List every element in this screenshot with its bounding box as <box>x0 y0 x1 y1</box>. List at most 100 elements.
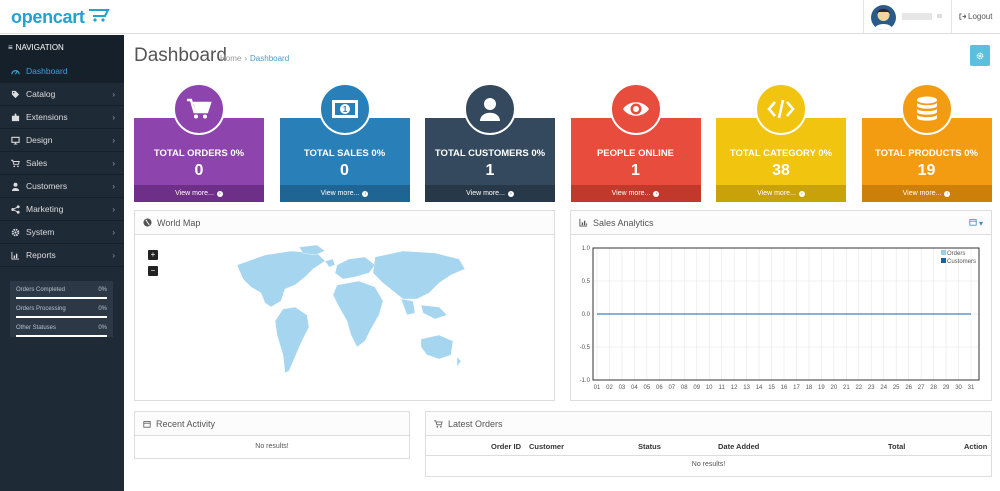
sidebar-item-dashboard[interactable]: Dashboard <box>0 60 124 83</box>
avatar[interactable] <box>871 5 896 30</box>
recent-activity-header: Recent Activity <box>135 412 409 436</box>
money-icon: 1 <box>318 83 371 135</box>
chevron-right-icon: › <box>112 182 115 191</box>
x-tick-label: 06 <box>656 385 663 391</box>
chevron-right-icon: › <box>112 113 115 122</box>
column-total[interactable]: Total <box>888 442 905 451</box>
user-icon <box>464 83 516 135</box>
y-tick-label: 0.5 <box>582 279 591 285</box>
column-date-added[interactable]: Date Added <box>718 442 759 451</box>
x-tick-label: 30 <box>955 385 962 391</box>
y-tick-label: -1.0 <box>580 378 591 384</box>
breadcrumb: Home › Dashboard <box>220 54 289 63</box>
bar-chart-icon <box>579 218 588 227</box>
nav-header[interactable]: ≡ NAVIGATION <box>0 35 124 60</box>
x-tick-label: 12 <box>731 385 738 391</box>
x-tick-label: 29 <box>943 385 950 391</box>
y-tick-label: 1.0 <box>582 246 591 252</box>
chevron-right-icon: › <box>112 251 115 260</box>
y-tick-label: 0.0 <box>582 312 591 318</box>
x-tick-label: 11 <box>719 385 726 391</box>
progress-label: Orders Completed <box>16 287 66 293</box>
x-tick-label: 21 <box>843 385 850 391</box>
sales-analytics-panel: Sales Analytics ▾ 1.0 0.5 0.0 -0.5 -1.0 01 02 0… <box>570 210 992 401</box>
sidebar-item-label: Dashboard <box>26 66 68 76</box>
x-tick-label: 20 <box>831 385 838 391</box>
breadcrumb-home[interactable]: Home <box>220 54 241 63</box>
view-more-link[interactable]: View more... › <box>570 185 701 202</box>
arrow-circle-right-icon: › <box>798 190 805 197</box>
sidebar: ≡ NAVIGATION Dashboard Catalog › Extensions… <box>0 35 124 491</box>
x-tick-label: 02 <box>606 385 613 391</box>
world-map-header: World Map <box>135 211 554 235</box>
column-action[interactable]: Action <box>964 442 987 451</box>
progress-bar <box>16 335 107 337</box>
latest-orders-empty: No results! <box>691 461 726 468</box>
logout-link[interactable]: Logout <box>959 12 992 21</box>
sidebar-item-label: Marketing <box>26 204 64 214</box>
progress-bar <box>16 297 107 299</box>
stat-value: 1 <box>485 162 495 179</box>
map-zoom-in-button[interactable]: + <box>148 250 158 260</box>
sidebar-item-label: Customers <box>26 181 68 191</box>
username-placeholder[interactable] <box>902 13 932 20</box>
calendar-range-dropdown[interactable]: ▾ <box>969 218 983 228</box>
x-tick-label: 13 <box>743 385 750 391</box>
world-map-panel: World Map + − <box>134 210 555 401</box>
view-more-link[interactable]: View more... › <box>716 185 846 202</box>
map-zoom-out-button[interactable]: − <box>148 266 158 276</box>
sidebar-item-catalog[interactable]: Catalog › <box>0 83 124 106</box>
stat-tile: TOTAL SALES 0% 0 1 View more... › <box>279 83 410 202</box>
orders-table-header: Order ID Customer Status Date Added Tota… <box>426 436 991 456</box>
sidebar-item-sales[interactable]: Sales › <box>0 152 124 175</box>
progress-percent: 0% <box>98 306 107 312</box>
view-more-link[interactable]: View more... › <box>861 185 992 202</box>
stat-value: 0 <box>194 162 204 179</box>
sidebar-item-system[interactable]: System › <box>0 221 124 244</box>
menu-bars-icon: ≡ <box>8 43 13 52</box>
x-tick-label: 01 <box>594 385 601 391</box>
eye-icon <box>609 83 662 135</box>
legend-swatch <box>941 258 946 263</box>
x-tick-label: 16 <box>781 385 788 391</box>
chevron-right-icon: › <box>112 159 115 168</box>
sidebar-item-marketing[interactable]: Marketing › <box>0 198 124 221</box>
view-more-link[interactable]: View more... › <box>279 185 410 202</box>
column-status[interactable]: Status <box>638 442 661 451</box>
sidebar-item-design[interactable]: Design › <box>0 129 124 152</box>
sidebar-item-label: Reports <box>26 250 56 260</box>
sidebar-item-reports[interactable]: Reports › <box>0 244 124 267</box>
opencart-logo[interactable]: opencart <box>11 6 110 28</box>
sidebar-item-label: System <box>26 227 55 237</box>
world-map[interactable] <box>225 243 475 393</box>
arrow-circle-right-icon: › <box>507 190 514 197</box>
column-customer[interactable]: Customer <box>529 442 564 451</box>
view-more-link[interactable]: View more... › <box>134 185 264 202</box>
order-status-progress: Orders Completed 0% Orders Processing 0% Oth… <box>10 281 113 337</box>
top-header: opencart Logout <box>0 0 1000 34</box>
cart-icon <box>10 158 20 168</box>
x-tick-label: 04 <box>631 385 638 391</box>
arrow-circle-right-icon: › <box>216 190 223 197</box>
main-content: Dashboard Home › Dashboard TOTAL ORDERS … <box>124 35 1000 491</box>
stat-title: TOTAL PRODUCTS 0% <box>875 148 978 159</box>
bar-chart-icon <box>10 250 20 260</box>
recent-activity-empty: No results! <box>255 443 289 450</box>
progress-bar <box>16 316 107 318</box>
column-order-id[interactable]: Order ID <box>491 442 521 451</box>
user-menu-caret[interactable] <box>937 14 942 18</box>
settings-button[interactable] <box>970 45 990 66</box>
sidebar-item-extensions[interactable]: Extensions › <box>0 106 124 129</box>
breadcrumb-dashboard[interactable]: Dashboard <box>250 54 289 63</box>
logo-cart-icon <box>88 9 110 22</box>
stat-value: 38 <box>772 162 790 179</box>
y-tick-label: -0.5 <box>580 345 591 351</box>
x-tick-label: 23 <box>868 385 875 391</box>
x-tick-label: 08 <box>681 385 688 391</box>
sidebar-item-label: Design <box>26 135 53 145</box>
page-title: Dashboard <box>134 45 227 66</box>
breadcrumb-separator: › <box>244 54 248 63</box>
view-more-link[interactable]: View more... › <box>425 185 555 202</box>
sidebar-item-customers[interactable]: Customers › <box>0 175 124 198</box>
header-divider <box>863 0 864 34</box>
